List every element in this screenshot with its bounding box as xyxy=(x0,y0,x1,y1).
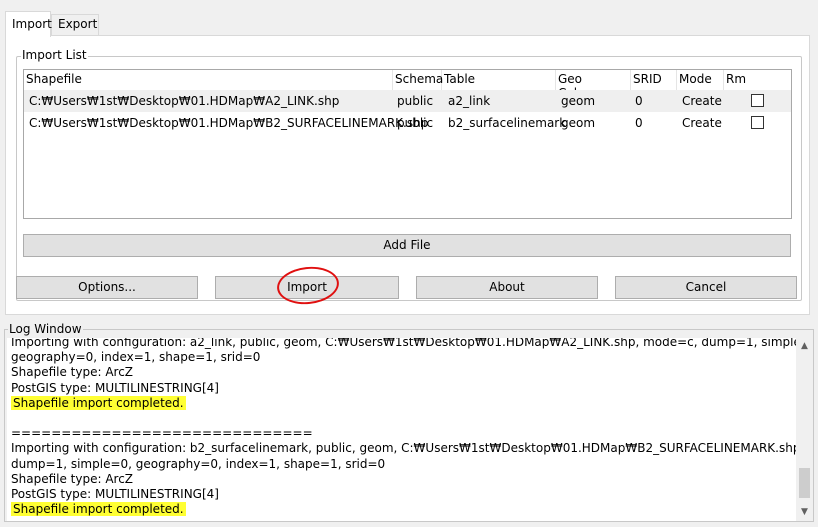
log-line: PostGIS type: MULTILINESTRING[4] xyxy=(11,381,791,396)
log-line: Importing with configuration: a2_link, p… xyxy=(11,338,813,350)
log-line-text: PostGIS type: MULTILINESTRING[4] xyxy=(11,486,219,501)
cell-schema: public xyxy=(397,94,434,108)
log-window-group: Importing with configuration: a2_link, p… xyxy=(4,329,814,522)
log-line-text: dump=1, simple=0, geography=0, index=1, … xyxy=(11,456,386,471)
log-text-area[interactable]: Importing with configuration: a2_link, p… xyxy=(7,338,813,521)
cell-geo-column: geom xyxy=(561,94,596,108)
log-line-text: geography=0, index=1, shape=1, srid=0 xyxy=(11,350,261,365)
cell-schema: public xyxy=(397,116,434,130)
scroll-down-icon[interactable]: ▼ xyxy=(796,504,813,521)
log-line-text: Importing with configuration: b2_surface… xyxy=(11,441,813,456)
cell-shapefile: C:₩Users₩1st₩Desktop₩01.HDMap₩B2_SURFACE… xyxy=(29,116,429,130)
options-button[interactable]: Options... xyxy=(16,276,198,299)
rm-checkbox[interactable] xyxy=(751,116,764,129)
import-list-table: Shapefile Schema Table Geo Column SRID M… xyxy=(23,69,792,219)
import-panel: Import List Shapefile Schema Table Geo C… xyxy=(5,35,810,315)
tab-export[interactable]: Export xyxy=(51,14,99,36)
log-line: Shapefile type: ArcZ xyxy=(11,472,791,487)
table-row[interactable]: C:₩Users₩1st₩Desktop₩01.HDMap₩A2_LINK.sh… xyxy=(24,90,791,112)
import-list-title: Import List xyxy=(21,48,88,62)
log-line: dump=1, simple=0, geography=0, index=1, … xyxy=(11,457,791,472)
rm-checkbox[interactable] xyxy=(751,94,764,107)
cell-mode: Create xyxy=(682,116,722,130)
log-line: Importing with configuration: b2_surface… xyxy=(11,441,813,456)
column-header-schema[interactable]: Schema xyxy=(393,70,443,90)
log-line-text: PostGIS type: MULTILINESTRING[4] xyxy=(11,380,219,395)
column-header-table[interactable]: Table xyxy=(442,70,556,90)
log-lines: Importing with configuration: a2_link, p… xyxy=(11,338,813,517)
log-line-highlighted-text: Shapefile import completed. xyxy=(11,395,186,410)
column-header-rm[interactable]: Rm xyxy=(724,70,791,90)
scroll-up-icon[interactable]: ▲ xyxy=(796,338,813,355)
log-line: Shapefile import completed. xyxy=(11,395,791,411)
cell-table: b2_surfacelinemark xyxy=(448,116,567,130)
log-line-text: Shapefile type: ArcZ xyxy=(11,471,134,486)
log-line: PostGIS type: MULTILINESTRING[4] xyxy=(11,487,791,502)
column-header-shapefile[interactable]: Shapefile xyxy=(24,70,393,90)
add-file-button[interactable]: Add File xyxy=(23,234,791,257)
log-window-title: Log Window xyxy=(8,322,83,336)
column-header-geo-column[interactable]: Geo Column xyxy=(556,70,631,100)
log-line-text: ============================== xyxy=(11,426,313,441)
column-header-srid[interactable]: SRID xyxy=(631,70,677,90)
column-header-mode[interactable]: Mode xyxy=(677,70,724,90)
cell-srid: 0 xyxy=(635,116,643,130)
log-line: geography=0, index=1, shape=1, srid=0 xyxy=(11,350,791,365)
cell-srid: 0 xyxy=(635,94,643,108)
cell-mode: Create xyxy=(682,94,722,108)
scroll-thumb[interactable] xyxy=(799,468,810,498)
log-line-text: Shapefile type: ArcZ xyxy=(11,365,134,380)
log-line: ============================== xyxy=(11,426,791,441)
log-line: Shapefile import completed. xyxy=(11,502,791,517)
about-button[interactable]: About xyxy=(416,276,598,299)
log-line: Shapefile type: ArcZ xyxy=(11,365,791,380)
log-line-highlighted-text: Shapefile import completed. xyxy=(11,502,186,517)
tab-import[interactable]: Import xyxy=(5,11,52,37)
table-header: Shapefile Schema Table Geo Column SRID M… xyxy=(24,70,791,100)
table-row[interactable]: C:₩Users₩1st₩Desktop₩01.HDMap₩B2_SURFACE… xyxy=(24,112,791,134)
cancel-button[interactable]: Cancel xyxy=(615,276,797,299)
cell-table: a2_link xyxy=(448,94,491,108)
import-list-group: Import List Shapefile Schema Table Geo C… xyxy=(16,48,802,301)
log-line-text: Importing with configuration: a2_link, p… xyxy=(11,338,813,349)
log-scrollbar[interactable]: ▲ ▼ xyxy=(796,338,813,521)
cell-shapefile: C:₩Users₩1st₩Desktop₩01.HDMap₩A2_LINK.sh… xyxy=(29,94,340,108)
cell-geo-column: geom xyxy=(561,116,596,130)
